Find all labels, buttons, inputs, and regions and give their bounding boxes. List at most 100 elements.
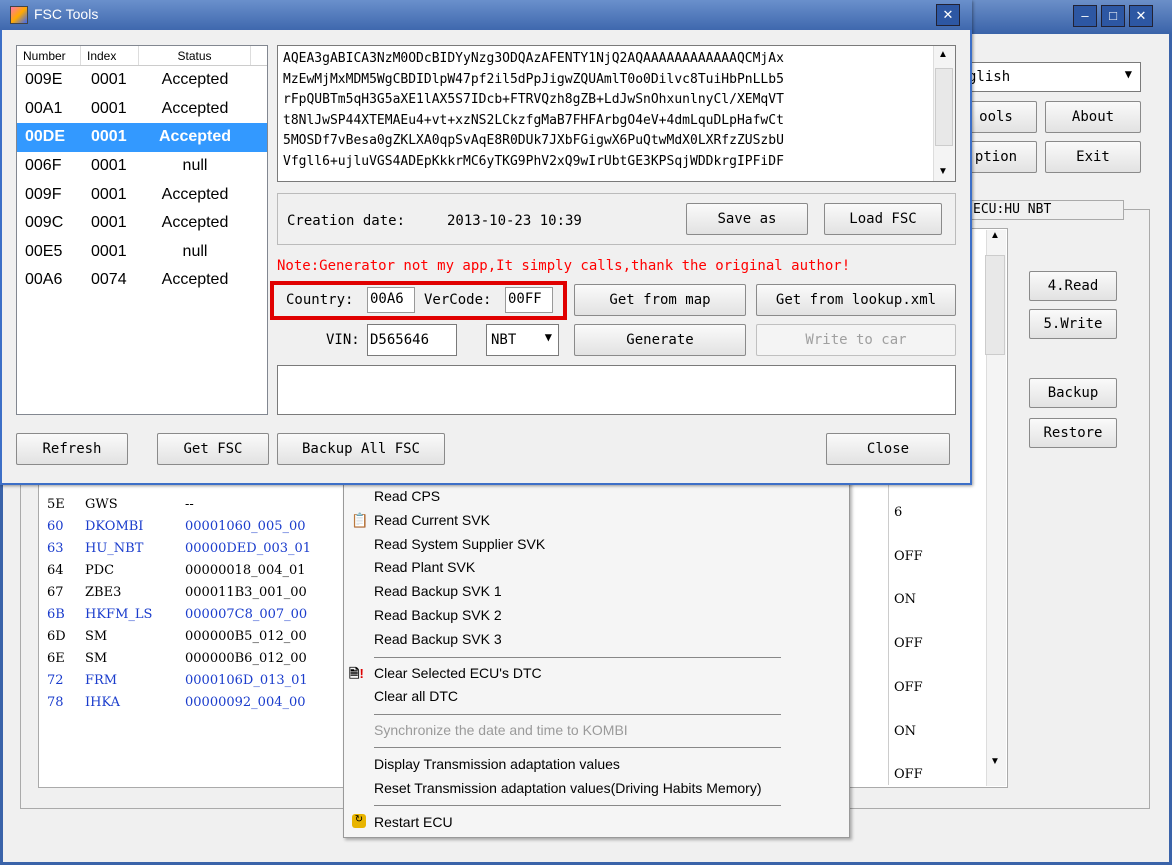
- about-label: About: [1071, 109, 1115, 125]
- country-field[interactable]: 00A6: [367, 287, 415, 313]
- close-label: Close: [866, 441, 910, 457]
- scroll-down-icon[interactable]: ▼: [990, 756, 1000, 767]
- properties-icon: 📋: [351, 512, 369, 528]
- table-cell-addr: 67: [47, 584, 64, 600]
- about-button[interactable]: About: [1045, 101, 1141, 133]
- list-item[interactable]: 009C 0001 Accepted: [17, 209, 267, 238]
- code-scroll-thumb[interactable]: [935, 68, 953, 146]
- menu-item-read-current-svk[interactable]: Read Current SVK: [374, 512, 490, 528]
- list-item[interactable]: 009F 0001 Accepted: [17, 180, 267, 209]
- list-item[interactable]: 00A1 0001 Accepted: [17, 95, 267, 124]
- list-item[interactable]: 00A6 0074 Accepted: [17, 266, 267, 295]
- menu-item-read-cps[interactable]: Read CPS: [374, 488, 440, 504]
- get-from-lookup-button[interactable]: Get from lookup.xml: [756, 284, 956, 316]
- get-from-map-button[interactable]: Get from map: [574, 284, 746, 316]
- list-cell-status: null: [182, 242, 208, 260]
- menu-item-reset-adaptation[interactable]: Reset Transmission adaptation values(Dri…: [374, 780, 761, 796]
- table-cell-name: FRM: [85, 672, 118, 688]
- vercode-field[interactable]: 00FF: [505, 287, 553, 313]
- table-row[interactable]: 6E SM 000000B6_012_00: [40, 647, 345, 669]
- vercode-label: VerCode:: [424, 292, 492, 308]
- menu-item-clear-all-dtc[interactable]: Clear all DTC: [374, 688, 458, 704]
- write-to-car-button: Write to car: [756, 324, 956, 356]
- list-cell-number: 00A6: [25, 271, 63, 289]
- minimize-button[interactable]: –: [1073, 5, 1097, 27]
- table-row[interactable]: 5E GWS --: [40, 493, 345, 515]
- generate-button[interactable]: Generate: [574, 324, 746, 356]
- fsc-close-icon[interactable]: ✕: [936, 4, 960, 26]
- scroll-up-icon[interactable]: ▲: [938, 49, 948, 60]
- status-value: OFF: [894, 767, 923, 783]
- menu-item-read-backup-svk-3[interactable]: Read Backup SVK 3: [374, 631, 502, 647]
- list-item[interactable]: 009E 0001 Accepted: [17, 66, 267, 95]
- table-row[interactable]: 60 DKOMBI 00001060_005_00: [40, 515, 345, 537]
- exit-label: Exit: [1076, 149, 1110, 165]
- table-cell-name: SM: [85, 628, 108, 644]
- exit-button[interactable]: Exit: [1045, 141, 1141, 173]
- table-cell-addr: 64: [47, 562, 64, 578]
- table-cell-addr: 6E: [47, 650, 65, 666]
- menu-item-read-backup-svk-2[interactable]: Read Backup SVK 2: [374, 607, 502, 623]
- chevron-down-icon: ▼: [544, 330, 552, 344]
- creation-label: Creation date:: [287, 213, 406, 229]
- close-button[interactable]: Close: [826, 433, 950, 465]
- fsc-list[interactable]: Number Index Status 009E 0001 Accepted 00A1…: [16, 45, 268, 415]
- table-row[interactable]: 6B HKFM_LS 000007C8_007_00: [40, 603, 345, 625]
- menu-item-clear-selected-dtc[interactable]: Clear Selected ECU's DTC: [374, 665, 542, 681]
- list-cell-index: 0001: [91, 71, 127, 89]
- save-as-label: Save as: [717, 211, 777, 227]
- table-row[interactable]: 63 HU_NBT 00000DED_003_01: [40, 537, 345, 559]
- write-button[interactable]: 5.Write: [1029, 309, 1117, 339]
- table-cell-name: SM: [85, 650, 108, 666]
- list-cell-number: 006F: [25, 157, 62, 175]
- code-line: 5MOSDf7vBesa0gZKLXA0qpSvAqE8R0DUk7JXbFGi…: [283, 133, 784, 148]
- save-as-button[interactable]: Save as: [686, 203, 808, 235]
- table-row[interactable]: 6D SM 000000B5_012_00: [40, 625, 345, 647]
- col-index[interactable]: Index: [81, 46, 139, 65]
- table-row[interactable]: 67 ZBE3 000011B3_001_00: [40, 581, 345, 603]
- output-box[interactable]: [277, 365, 956, 415]
- close-window-button[interactable]: ✕: [1129, 5, 1153, 27]
- restore-label: Restore: [1043, 425, 1103, 441]
- language-select[interactable]: glish ▼: [955, 62, 1141, 92]
- maximize-button[interactable]: □: [1101, 5, 1125, 27]
- menu-separator: [374, 657, 781, 658]
- load-fsc-button[interactable]: Load FSC: [824, 203, 942, 235]
- col-status[interactable]: Status: [139, 46, 251, 65]
- scroll-down-icon[interactable]: ▼: [938, 166, 948, 177]
- refresh-button[interactable]: Refresh: [16, 433, 128, 465]
- menu-item-read-system-supplier-svk[interactable]: Read System Supplier SVK: [374, 536, 545, 552]
- table-row[interactable]: 72 FRM 0000106D_013_01: [40, 669, 345, 691]
- menu-item-restart-ecu[interactable]: Restart ECU: [374, 814, 453, 830]
- list-cell-index: 0001: [91, 242, 127, 260]
- fsc-code-textarea[interactable]: AQEA3gABICA3NzM0ODcBIDYyNzg3ODQAzAFENTY1…: [277, 45, 956, 182]
- restore-button[interactable]: Restore: [1029, 418, 1117, 448]
- menu-separator: [374, 714, 781, 715]
- vin-field[interactable]: D565646: [367, 324, 457, 356]
- read-label: 4.Read: [1047, 278, 1099, 294]
- menu-item-display-adaptation[interactable]: Display Transmission adaptation values: [374, 756, 620, 772]
- model-select[interactable]: NBT ▼: [486, 324, 559, 356]
- scroll-up-icon[interactable]: ▲: [990, 230, 1000, 241]
- col-number[interactable]: Number: [17, 46, 81, 65]
- option-label: ption: [974, 149, 1018, 165]
- code-line: t8NlJwSP44XTEMAEu4+vt+xzNS2LCkzfgMaB7FHF…: [283, 112, 784, 128]
- table-row[interactable]: 78 IHKA 00000092_004_00: [40, 691, 345, 713]
- menu-item-read-backup-svk-1[interactable]: Read Backup SVK 1: [374, 583, 502, 599]
- table-cell-addr: 78: [47, 694, 64, 710]
- clear-dtc-icon: 🗎!: [349, 666, 364, 681]
- list-cell-index: 0001: [91, 99, 127, 117]
- read-button[interactable]: 4.Read: [1029, 271, 1117, 301]
- menu-item-read-plant-svk[interactable]: Read Plant SVK: [374, 559, 475, 575]
- table-row[interactable]: 64 PDC 00000018_004_01: [40, 559, 345, 581]
- table-cell-svk: 000000B6_012_00: [185, 650, 307, 666]
- get-fsc-button[interactable]: Get FSC: [157, 433, 269, 465]
- list-cell-index: 0001: [91, 214, 127, 232]
- list-item[interactable]: 00E5 0001 null: [17, 238, 267, 267]
- inner-scrollbar-thumb[interactable]: [985, 255, 1005, 355]
- table-cell-svk: 000007C8_007_00: [185, 606, 308, 622]
- backup-all-fsc-button[interactable]: Backup All FSC: [277, 433, 445, 465]
- list-item[interactable]: 006F 0001 null: [17, 152, 267, 181]
- backup-button[interactable]: Backup: [1029, 378, 1117, 408]
- list-item[interactable]: 00DE 0001 Accepted: [17, 123, 267, 152]
